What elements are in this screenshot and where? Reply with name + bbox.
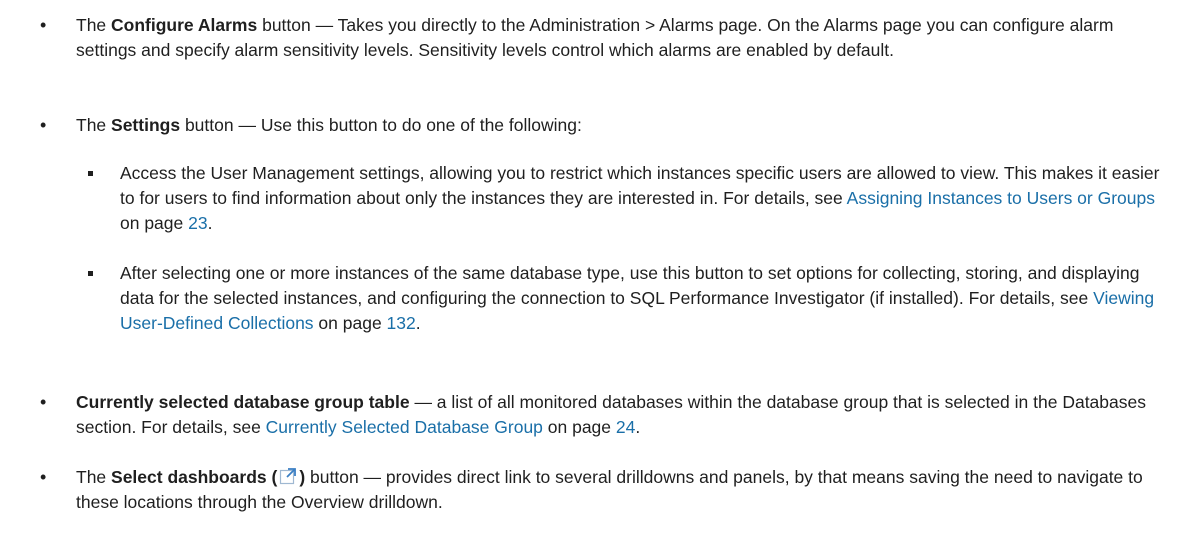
bullet: •: [40, 392, 47, 412]
link-currently-selected-database-group[interactable]: Currently Selected Database Group: [266, 417, 543, 437]
term-select-dashboards: Select dashboards (): [111, 467, 306, 487]
bullet: •: [40, 467, 47, 487]
term-settings: Settings: [111, 115, 181, 135]
list-item-text: The Configure Alarms button — Takes you …: [76, 15, 1114, 60]
link-page-132[interactable]: 132: [387, 313, 416, 333]
term-group-table: Currently selected database group table: [76, 392, 410, 412]
list-item-text: The Settings button — Use this button to…: [76, 115, 582, 135]
link-page-23[interactable]: 23: [188, 213, 207, 233]
external-link-icon: [279, 467, 297, 485]
link-page-24[interactable]: 24: [616, 417, 635, 437]
sub-bullet: [88, 171, 93, 176]
bullet: •: [40, 115, 47, 135]
sub-list-item-text: Access the User Management settings, all…: [120, 163, 1160, 233]
list-item-text: The Select dashboards () button — provid…: [76, 467, 1143, 512]
sub-bullet: [88, 271, 93, 276]
bullet: •: [40, 15, 47, 35]
sub-list-item-text: After selecting one or more instances of…: [120, 263, 1155, 333]
term-configure-alarms: Configure Alarms: [111, 15, 258, 35]
link-assigning-instances[interactable]: Assigning Instances to Users or Groups: [847, 188, 1155, 208]
document-page: • The Configure Alarms button — Takes yo…: [0, 0, 1179, 540]
list-item-text: Currently selected database group table …: [76, 392, 1146, 437]
